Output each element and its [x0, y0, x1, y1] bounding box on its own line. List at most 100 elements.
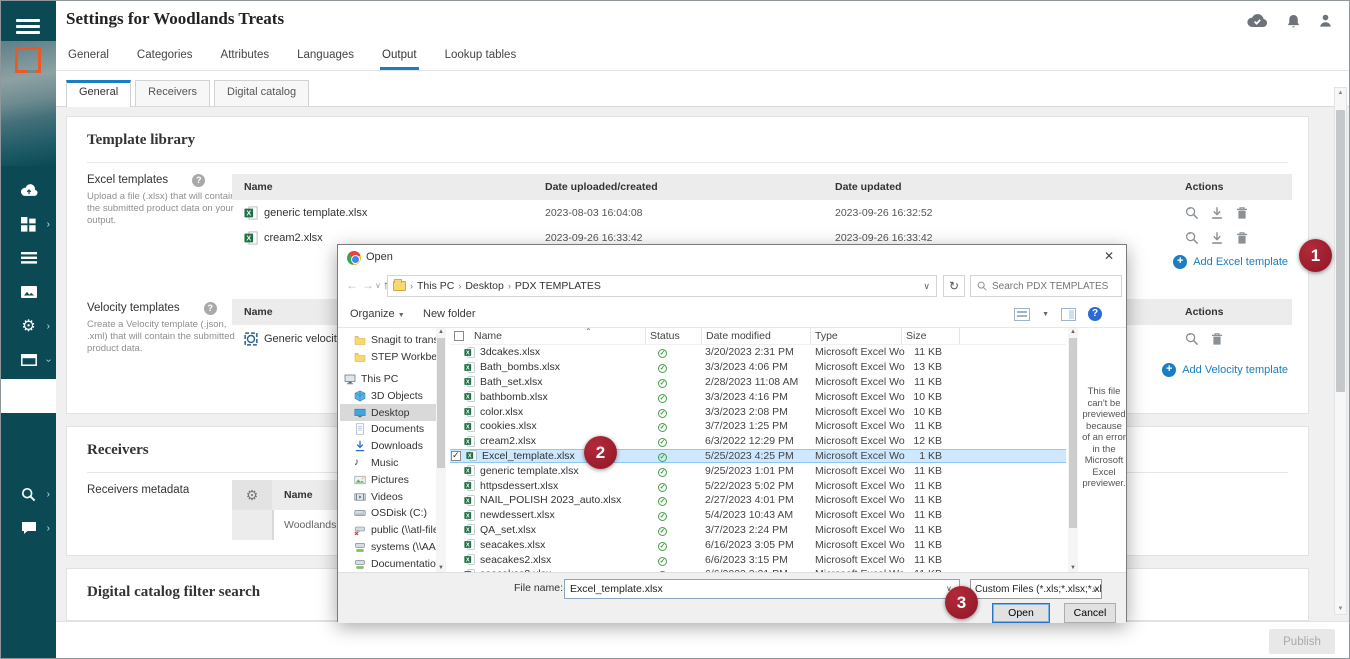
file-row-3dcakes-xlsx[interactable]: X3dcakes.xlsx ✓ 3/20/2023 2:31 PM Micros…	[450, 345, 1066, 360]
sidebar-item-dashboard-grid[interactable]: ›	[1, 207, 56, 241]
organize-menu[interactable]: Organize ▼	[350, 308, 405, 320]
search-box[interactable]	[970, 275, 1122, 297]
back-arrow-icon[interactable]: ←	[346, 278, 358, 292]
publish-button[interactable]: Publish	[1269, 629, 1335, 654]
preview-pane-icon[interactable]	[1061, 308, 1076, 321]
dialog-sidebar-osdisk-c[interactable]: OSDisk (C:)	[340, 505, 436, 522]
cancel-button[interactable]: Cancel	[1064, 603, 1116, 623]
preview-template-icon[interactable]	[1185, 231, 1199, 245]
cloud-check-icon[interactable]	[1245, 13, 1269, 30]
file-row-cream2-xlsx[interactable]: Xcream2.xlsx ✓ 6/3/2022 12:29 PM Microso…	[450, 434, 1066, 449]
subtab-digital-catalog[interactable]: Digital catalog	[214, 80, 309, 106]
add-velocity-template-button[interactable]: + Add Velocity template	[1162, 363, 1288, 377]
delete-trash-icon[interactable]	[1235, 206, 1249, 220]
download-icon[interactable]	[1210, 231, 1224, 245]
sidebar-item-panel[interactable]: ›	[1, 343, 56, 377]
dialog-sidebar-snagit-to-transfe[interactable]: Snagit to transfe	[340, 332, 436, 349]
sidebar-item-chat[interactable]: ›	[1, 511, 56, 545]
delete-trash-icon[interactable]	[1235, 231, 1249, 245]
dialog-help-icon[interactable]: ?	[1088, 307, 1102, 321]
table-settings-gear-icon[interactable]: ⚙	[232, 480, 272, 510]
subtab-receivers[interactable]: Receivers	[135, 80, 210, 106]
dialog-sidebar-documents[interactable]: Documents	[340, 421, 436, 438]
file-row-bathbomb-xlsx[interactable]: Xbathbomb.xlsx ✓ 3/3/2023 4:16 PM Micros…	[450, 389, 1066, 404]
sidebar-active-item[interactable]	[1, 379, 56, 413]
excel-template-row[interactable]: Xgeneric template.xlsx 2023-08-03 16:04:…	[232, 200, 1292, 225]
breadcrumb-pdx-templates[interactable]: PDX TEMPLATES	[515, 280, 601, 292]
scrollbar-thumb[interactable]	[1336, 110, 1345, 392]
open-button[interactable]: Open	[992, 603, 1050, 623]
file-row-bath-bombs-xlsx[interactable]: XBath_bombs.xlsx ✓ 3/3/2023 4:06 PM Micr…	[450, 360, 1066, 375]
tab-output[interactable]: Output	[380, 42, 419, 70]
dialog-sidebar-videos[interactable]: Videos	[340, 488, 436, 505]
file-row-seacakes-xlsx[interactable]: Xseacakes.xlsx ✓ 6/16/2023 3:05 PM Micro…	[450, 537, 1066, 552]
file-size: 11 KB	[905, 554, 960, 566]
dialog-sidebar-documentation[interactable]: Documentation'	[340, 555, 436, 572]
hamburger-menu-icon[interactable]	[16, 19, 40, 35]
user-profile-icon[interactable]	[1318, 13, 1333, 30]
file-row-httpsdessert-xlsx[interactable]: Xhttpsdessert.xlsx ✓ 5/22/2023 5:02 PM M…	[450, 478, 1066, 493]
tab-categories[interactable]: Categories	[135, 42, 195, 70]
close-icon[interactable]: ✕	[1104, 249, 1114, 263]
help-icon[interactable]: ?	[204, 302, 217, 315]
sidebar-item-search[interactable]: ›	[1, 477, 56, 511]
notifications-bell-icon[interactable]	[1286, 13, 1301, 30]
file-list-header[interactable]: Name⌃ Status Date modified Type Size	[450, 328, 1066, 345]
tab-attributes[interactable]: Attributes	[219, 42, 272, 70]
forward-arrow-icon[interactable]: →	[362, 278, 374, 292]
sidebar-item-gear[interactable]: ⚙›	[1, 309, 56, 343]
add-excel-template-button[interactable]: + Add Excel template	[1173, 255, 1288, 269]
file-name-input[interactable]	[564, 579, 960, 599]
file-row-newdessert-xlsx[interactable]: Xnewdessert.xlsx ✓ 5/4/2023 10:43 AM Mic…	[450, 508, 1066, 523]
file-row-generic-template-xlsx[interactable]: Xgeneric template.xlsx ✓ 9/25/2023 1:01 …	[450, 463, 1066, 478]
file-checkbox[interactable]	[451, 451, 461, 461]
download-icon[interactable]	[1210, 206, 1224, 220]
scrollbar-thumb[interactable]	[1069, 338, 1077, 528]
list-scrollbar[interactable]: ▲ ▼	[1068, 328, 1078, 572]
dialog-sidebar-this-pc[interactable]: This PC	[340, 371, 436, 388]
tab-general[interactable]: General	[66, 42, 111, 70]
address-dropdown-icon[interactable]: ∨	[923, 281, 930, 292]
scrollbar-thumb[interactable]	[437, 338, 445, 468]
view-options-chevron-icon[interactable]: ▼	[1042, 311, 1049, 318]
dialog-sidebar-systems-aar[interactable]: systems (\\AAR-	[340, 539, 436, 556]
sidebar-item-list[interactable]	[1, 241, 56, 275]
dialog-sidebar-music[interactable]: ♪Music	[340, 455, 436, 472]
sidebar-item-cloud-upload[interactable]	[1, 173, 56, 207]
new-folder-button[interactable]: New folder	[423, 308, 476, 320]
delete-trash-icon[interactable]	[1210, 332, 1224, 346]
svg-text:X: X	[466, 483, 470, 489]
view-options-icon[interactable]	[1014, 308, 1030, 321]
file-row-color-xlsx[interactable]: Xcolor.xlsx ✓ 3/3/2023 2:08 PM Microsoft…	[450, 404, 1066, 419]
file-row-nail-polish-2023-auto-xlsx[interactable]: XNAIL_POLISH 2023_auto.xlsx ✓ 2/27/2023 …	[450, 493, 1066, 508]
preview-template-icon[interactable]	[1185, 206, 1199, 220]
file-row-cookies-xlsx[interactable]: Xcookies.xlsx ✓ 3/7/2023 1:25 PM Microso…	[450, 419, 1066, 434]
dialog-sidebar-3d-objects[interactable]: 3D Objects	[340, 387, 436, 404]
dialog-sidebar-downloads[interactable]: Downloads	[340, 438, 436, 455]
help-icon[interactable]: ?	[192, 174, 205, 187]
sidebar-item-image[interactable]	[1, 275, 56, 309]
search-input[interactable]	[992, 281, 1110, 292]
select-all-checkbox[interactable]	[454, 331, 464, 341]
file-row-bath-set-xlsx[interactable]: XBath_set.xlsx ✓ 2/28/2023 11:08 AM Micr…	[450, 375, 1066, 390]
history-chevron-icon[interactable]: ∨	[375, 281, 381, 290]
breadcrumb-desktop[interactable]: Desktop	[465, 280, 504, 292]
file-row-seacakes2-xlsx[interactable]: Xseacakes2.xlsx ✓ 6/6/2023 3:15 PM Micro…	[450, 552, 1066, 567]
refresh-icon[interactable]: ↻	[943, 275, 965, 297]
file-row-qa-set-xlsx[interactable]: XQA_set.xlsx ✓ 3/7/2023 2:24 PM Microsof…	[450, 523, 1066, 538]
dialog-sidebar-pictures[interactable]: Pictures	[340, 471, 436, 488]
dialog-sidebar-step-workbench[interactable]: STEP Workbench	[340, 349, 436, 366]
content-scrollbar[interactable]: ▲ ▼	[1334, 87, 1347, 615]
dialog-sidebar-desktop[interactable]: Desktop	[340, 404, 436, 421]
preview-template-icon[interactable]	[1185, 332, 1199, 346]
breadcrumb-this-pc[interactable]: This PC	[417, 280, 454, 292]
tab-languages[interactable]: Languages	[295, 42, 356, 70]
file-type-select[interactable]: Custom Files (*.xls;*.xlsx;*.xlsm∨	[970, 579, 1102, 599]
sidebar-scrollbar[interactable]: ▲ ▼	[436, 328, 446, 572]
subtab-general[interactable]: General	[66, 80, 131, 107]
breadcrumb[interactable]: ›This PC ›Desktop ›PDX TEMPLATES ∨	[387, 275, 937, 297]
dialog-sidebar-public-atl-file[interactable]: public (\\atl-file	[340, 522, 436, 539]
dialog-titlebar[interactable]: Open ✕	[338, 245, 1126, 271]
file-row-excel-template-xlsx[interactable]: XExcel_template.xlsx ✓ 5/25/2023 4:25 PM…	[450, 449, 1066, 464]
tab-lookup-tables[interactable]: Lookup tables	[443, 42, 519, 70]
